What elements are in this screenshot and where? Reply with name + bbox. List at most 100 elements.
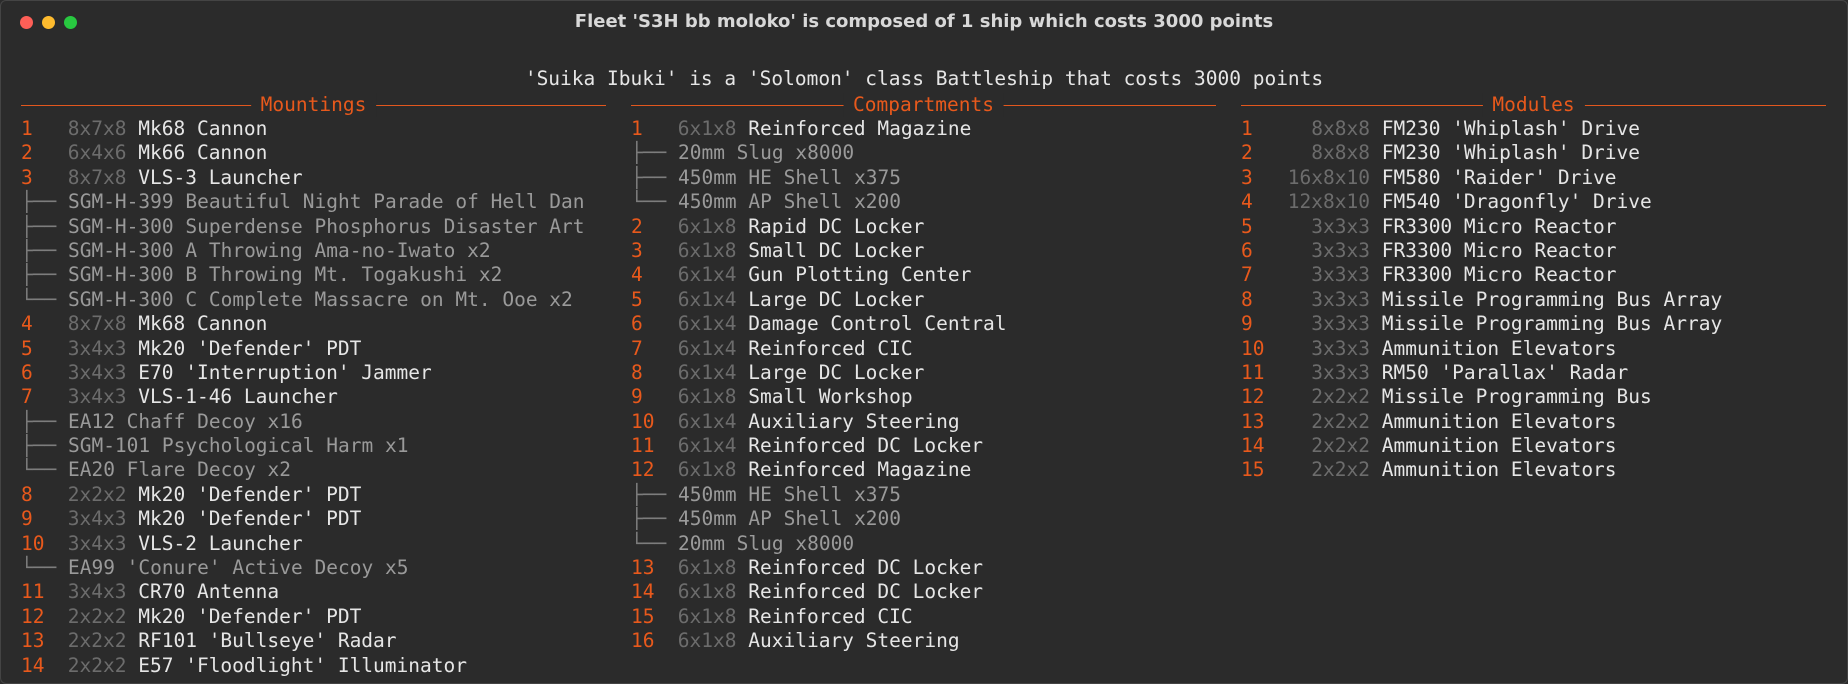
item-name: E57 'Floodlight' Illuminator	[138, 653, 467, 677]
item-number: 1	[631, 117, 643, 140]
item-size: 6x4x6	[67, 141, 127, 165]
item-size: 3x3x3	[1287, 360, 1370, 384]
compartments-header: Compartments	[631, 93, 1216, 117]
item-size: 6x1x4	[677, 287, 737, 311]
item-number: 8	[21, 482, 33, 506]
list-item: 13 6x1x8 Reinforced DC Locker	[631, 556, 1216, 580]
list-item: 1 8x7x8 Mk68 Cannon	[21, 117, 606, 141]
list-item: 16 6x1x8 Auxiliary Steering	[631, 629, 1216, 653]
list-item: 6 6x1x4 Damage Control Central	[631, 312, 1216, 336]
title-bar: Fleet 'S3H bb moloko' is composed of 1 s…	[1, 1, 1847, 43]
item-number: 15	[631, 604, 655, 628]
sub-item-label: 20mm Slug x8000	[677, 531, 855, 555]
item-size: 8x8x8	[1287, 141, 1370, 165]
list-item: 14 6x1x8 Reinforced DC Locker	[631, 580, 1216, 604]
tree-branch: ├──	[631, 165, 678, 189]
sub-item-label: 450mm AP Shell x200	[677, 190, 902, 214]
sub-item-row: └── 450mm AP Shell x200	[631, 190, 1216, 214]
list-item: 2 8x8x8 FM230 'Whiplash' Drive	[1241, 141, 1826, 165]
item-size: 3x3x3	[1287, 214, 1370, 238]
list-item: 13 2x2x2 RF101 'Bullseye' Radar	[21, 629, 606, 653]
item-name: Missile Programming Bus Array	[1381, 287, 1723, 311]
item-size: 3x4x3	[67, 360, 127, 384]
sub-item-row: └── 20mm Slug x8000	[631, 532, 1216, 556]
item-name: Missile Programming Bus	[1381, 385, 1652, 409]
sub-item-label: SGM-H-399 Beautiful Night Parade of Hell…	[67, 190, 585, 214]
item-name: Mk68 Cannon	[138, 117, 268, 140]
item-number: 4	[631, 263, 643, 287]
modules-column: Modules 1 8x8x8 FM230 'Whiplash' Drive 2 …	[1241, 93, 1826, 483]
sub-item-label: SGM-101 Psychological Harm x1	[67, 434, 409, 458]
list-item: 6 3x3x3 FR3300 Micro Reactor	[1241, 239, 1826, 263]
item-number: 9	[1241, 312, 1253, 336]
item-name: Reinforced DC Locker	[748, 434, 984, 458]
list-item: 12 2x2x2 Mk20 'Defender' PDT	[21, 605, 606, 629]
item-name: Ammunition Elevators	[1381, 336, 1617, 360]
item-size: 3x3x3	[1287, 312, 1370, 336]
item-number: 3	[1241, 165, 1253, 189]
item-name: Mk68 Cannon	[138, 312, 268, 336]
item-number: 12	[631, 458, 655, 482]
compartments-list: 1 6x1x8 Reinforced Magazine ├── 20mm Slug …	[631, 117, 1216, 654]
sub-item-row: ├── 450mm AP Shell x200	[631, 507, 1216, 531]
sub-item-row: ├── SGM-101 Psychological Harm x1	[21, 434, 606, 458]
item-size: 6x1x8	[677, 629, 737, 653]
list-item: 2 6x4x6 Mk66 Cannon	[21, 141, 606, 165]
item-number: 8	[1241, 287, 1253, 311]
item-name: Reinforced Magazine	[748, 117, 972, 140]
terminal-window: Fleet 'S3H bb moloko' is composed of 1 s…	[0, 0, 1848, 684]
tree-branch: └──	[21, 556, 68, 580]
item-number: 13	[21, 629, 45, 653]
item-number: 1	[21, 117, 33, 140]
list-item: 3 16x8x10 FM580 'Raider' Drive	[1241, 166, 1826, 190]
tree-branch: └──	[21, 458, 68, 482]
item-name: Rapid DC Locker	[748, 214, 925, 238]
item-name: RF101 'Bullseye' Radar	[138, 629, 397, 653]
item-size: 2x2x2	[67, 629, 127, 653]
item-number: 13	[1241, 409, 1265, 433]
sub-item-row: └── SGM-H-300 C Complete Massacre on Mt.…	[21, 288, 606, 312]
item-size: 8x7x8	[67, 117, 127, 140]
item-size: 6x1x4	[677, 336, 737, 360]
item-number: 6	[21, 360, 33, 384]
item-number: 12	[1241, 385, 1265, 409]
item-size: 2x2x2	[67, 604, 127, 628]
item-name: VLS-3 Launcher	[138, 165, 303, 189]
item-size: 3x4x3	[67, 385, 127, 409]
sub-item-label: SGM-H-300 B Throwing Mt. Togakushi x2	[67, 263, 503, 287]
list-item: 14 2x2x2 Ammunition Elevators	[1241, 434, 1826, 458]
list-item: 8 2x2x2 Mk20 'Defender' PDT	[21, 483, 606, 507]
sub-item-row: ├── EA12 Chaff Decoy x16	[21, 410, 606, 434]
sub-item-label: 20mm Slug x8000	[677, 141, 855, 165]
sub-item-label: SGM-H-300 C Complete Massacre on Mt. Ooe…	[67, 287, 573, 311]
item-name: FR3300 Micro Reactor	[1381, 238, 1617, 262]
item-size: 6x1x4	[677, 263, 737, 287]
item-size: 6x1x4	[677, 409, 737, 433]
item-size: 6x1x8	[677, 556, 737, 580]
item-name: Reinforced Magazine	[748, 458, 972, 482]
sub-item-row: └── EA20 Flare Decoy x2	[21, 458, 606, 482]
sub-item-label: SGM-H-300 Superdense Phosphorus Disaster…	[67, 214, 585, 238]
item-number: 2	[631, 214, 643, 238]
mountings-header: Mountings	[21, 93, 606, 117]
item-number: 8	[631, 360, 643, 384]
item-size: 6x1x8	[677, 385, 737, 409]
item-name: Mk20 'Defender' PDT	[138, 336, 362, 360]
item-number: 11	[1241, 360, 1265, 384]
item-size: 6x1x8	[677, 458, 737, 482]
item-name: Gun Plotting Center	[748, 263, 972, 287]
item-number: 6	[1241, 238, 1253, 262]
item-number: 14	[1241, 434, 1265, 458]
sub-item-row: ├── 450mm HE Shell x375	[631, 166, 1216, 190]
item-size: 8x7x8	[67, 312, 127, 336]
item-name: Damage Control Central	[748, 312, 1007, 336]
item-name: Mk20 'Defender' PDT	[138, 507, 362, 531]
item-name: Missile Programming Bus Array	[1381, 312, 1723, 336]
tree-branch: ├──	[21, 214, 68, 238]
item-size: 6x1x4	[677, 434, 737, 458]
item-name: Small DC Locker	[748, 238, 925, 262]
tree-branch: └──	[631, 190, 678, 214]
item-name: Auxiliary Steering	[748, 409, 960, 433]
list-item: 11 3x4x3 CR70 Antenna	[21, 580, 606, 604]
item-name: Ammunition Elevators	[1381, 409, 1617, 433]
